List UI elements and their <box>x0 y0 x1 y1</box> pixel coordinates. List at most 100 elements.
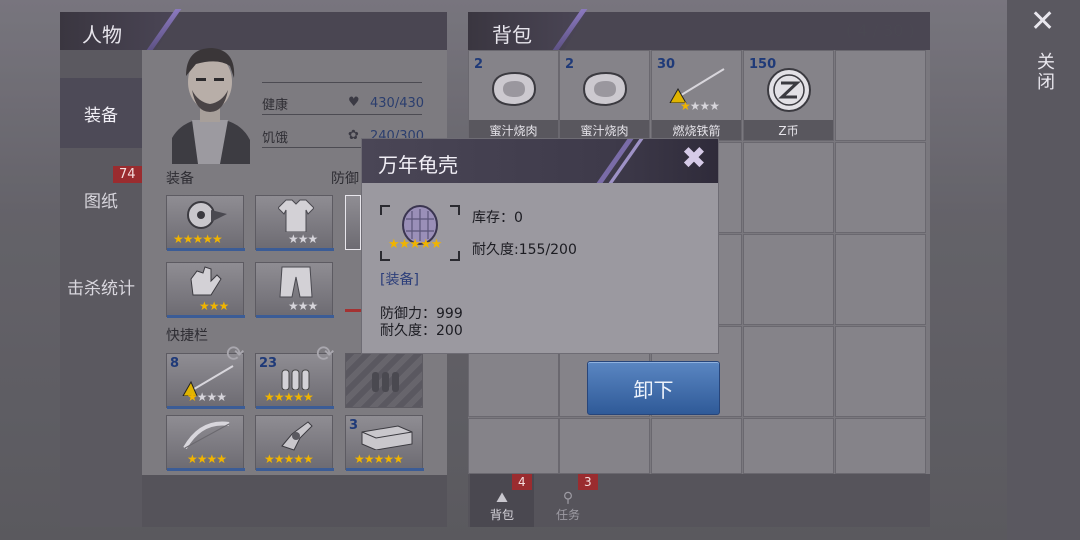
bag-cell-empty[interactable] <box>743 234 834 325</box>
item-frame: ★★★★★ <box>380 205 460 261</box>
tab-equipment-label: 装备 <box>84 105 118 126</box>
item-name: 蜜汁烧肉 <box>560 120 649 140</box>
swap-icon[interactable]: ⟳ <box>316 342 334 367</box>
item-name: Z币 <box>744 120 833 140</box>
durability-bar <box>256 248 334 251</box>
tab-blueprints-label: 图纸 <box>84 191 118 212</box>
health-value: 430/430 <box>370 96 425 111</box>
durability-bar <box>256 468 334 471</box>
durability-bar <box>346 468 424 471</box>
pants-icon <box>279 266 313 298</box>
bag-title: 背包 <box>492 23 532 47</box>
equipment-section-label: 装备 <box>166 171 194 187</box>
item-detail-popup: 万年龟壳 ✖ ★★★★★ 库存：0 耐久度:155/200 [装备] 防御力：9… <box>361 138 719 354</box>
character-title: 人物 <box>82 23 122 47</box>
health-label: 健康 <box>262 98 289 113</box>
saw-helmet-icon <box>187 201 227 229</box>
bag-icon: ⛰ <box>496 490 508 506</box>
key-icon: ⚲ <box>562 490 574 506</box>
slot-stars: ★★★★★ <box>264 452 314 466</box>
bag-cell-empty[interactable] <box>835 326 926 417</box>
popup-close-icon[interactable]: ✖ <box>674 141 714 176</box>
frame-corner <box>380 251 390 261</box>
slot-stars: ★★★★★ <box>354 452 404 466</box>
z-coin-icon <box>767 68 811 112</box>
defense-section-label: 防御 <box>331 171 359 187</box>
bag-cell-empty[interactable] <box>835 50 926 141</box>
tab-quests-label: 任务 <box>555 508 580 522</box>
bag-cell[interactable]: 2 蜜汁烧肉 <box>468 50 559 141</box>
slot-stars: ★★★ <box>199 299 229 313</box>
hunger-label: 饥饿 <box>262 131 289 146</box>
quick-slot-3-empty[interactable] <box>345 353 423 408</box>
frame-corner <box>450 251 460 261</box>
item-qty: 2 <box>474 57 484 72</box>
durability-bar <box>167 468 245 471</box>
close-label[interactable]: 关闭 <box>1031 52 1057 92</box>
bag-cell-empty[interactable] <box>835 142 926 233</box>
equipment-slot-legs[interactable]: ★★★ <box>255 262 334 318</box>
quick-slot-qty: 3 <box>349 418 359 433</box>
quick-slot-4[interactable]: ★★★★ <box>166 415 245 471</box>
quick-slot-qty: 23 <box>259 356 278 371</box>
durability-bar-low <box>345 309 361 312</box>
quick-slot-5[interactable]: ★★★★★ <box>255 415 334 471</box>
popup-title: 万年龟壳 <box>378 153 458 177</box>
bag-capacity: ( 4 / 30 ) <box>846 21 915 40</box>
unequip-button[interactable]: 卸下 <box>587 361 720 415</box>
item-stars: ★★★★★ <box>388 237 442 252</box>
bag-cell-empty[interactable] <box>651 418 742 474</box>
tab-kill-stats[interactable]: 击杀统计 <box>60 251 142 321</box>
bag-cell-empty[interactable] <box>468 418 559 474</box>
revolver-icon <box>281 421 313 451</box>
equipment-slot-body[interactable]: ★★★ <box>255 195 334 251</box>
durability-bar <box>256 315 334 318</box>
slot-stars: ★★★★★ <box>264 390 314 404</box>
fire-arrow-icon <box>669 68 725 103</box>
popup-durability: 耐久度:155/200 <box>472 242 577 258</box>
brick-icon <box>361 425 413 450</box>
heart-icon: ♥ <box>348 95 360 110</box>
slot-stars: ★★★★★ <box>173 232 223 246</box>
bag-cell[interactable]: 2 蜜汁烧肉 <box>559 50 650 141</box>
quests-tab-badge: 3 <box>578 474 598 490</box>
bag-cell-empty[interactable] <box>835 418 926 474</box>
bag-cell-empty[interactable] <box>743 142 834 233</box>
quickbar-section-label: 快捷栏 <box>166 328 208 344</box>
popup-stock: 库存：0 <box>472 210 523 226</box>
empty-slot-icon <box>372 372 399 392</box>
swap-icon[interactable]: ⟳ <box>226 342 244 367</box>
quick-slot-6[interactable]: 3 ★★★★★ <box>345 415 424 471</box>
bag-cell-empty[interactable] <box>835 234 926 325</box>
item-name: 燃烧铁箭 <box>652 120 741 140</box>
equipment-slot-hands[interactable]: ★★★ <box>166 262 245 318</box>
popup-max-durability: 耐久度：200 <box>380 323 463 339</box>
blueprints-badge: 74 <box>113 166 142 183</box>
item-stars: ★★★★ <box>680 99 720 113</box>
bag-cell-empty[interactable] <box>743 418 834 474</box>
character-bottom-bar <box>142 475 447 527</box>
character-portrait <box>162 40 258 164</box>
tab-bag-label: 背包 <box>489 508 514 522</box>
slot-stars: ★★★★ <box>187 452 227 466</box>
durability-bar <box>167 406 245 409</box>
slot-stars: ★★★★ <box>187 390 227 404</box>
bag-cell-empty[interactable] <box>559 418 650 474</box>
tab-kill-stats-label: 击杀统计 <box>67 278 135 299</box>
durability-bar <box>256 406 334 409</box>
close-icon[interactable]: ✕ <box>1030 4 1055 39</box>
bag-cell[interactable]: 150 Z币 <box>743 50 834 141</box>
durability-bar <box>167 248 245 251</box>
equipment-slot-selected[interactable] <box>345 195 361 250</box>
health-line <box>262 114 422 115</box>
item-qty: 2 <box>565 57 575 72</box>
stat-divider <box>262 82 422 83</box>
tab-equipment[interactable]: 装备 <box>60 78 142 148</box>
quick-slot-qty: 8 <box>170 356 180 371</box>
meat-icon: ✿ <box>348 128 359 143</box>
bullets-icon <box>281 369 310 390</box>
equipment-slot-head[interactable]: ★★★★★ <box>166 195 245 251</box>
bag-cell-empty[interactable] <box>743 326 834 417</box>
bag-cell[interactable]: 30 ★★★★ 燃烧铁箭 <box>651 50 742 141</box>
roast-meat-icon <box>582 71 628 107</box>
